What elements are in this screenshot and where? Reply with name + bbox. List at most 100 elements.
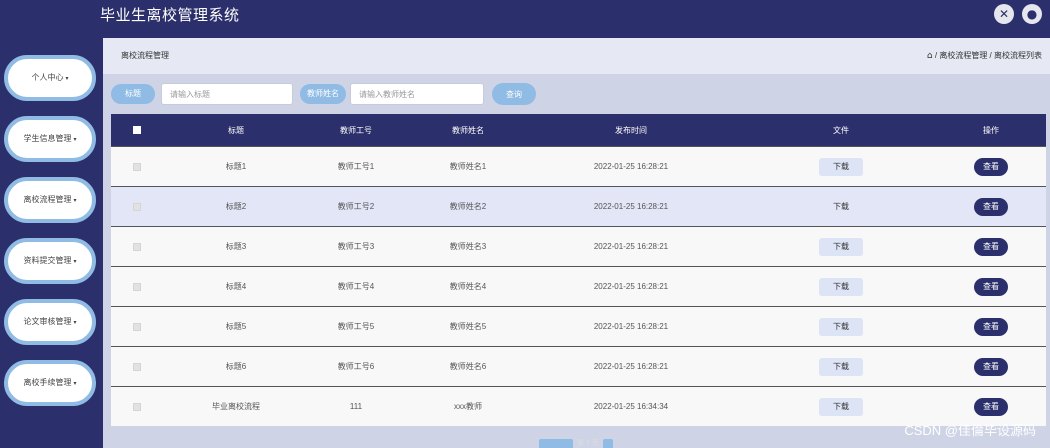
row-checkbox-cell: [127, 187, 147, 226]
cell-teacher-id: 教师工号1: [337, 162, 375, 171]
sidebar-item-materials[interactable]: 资料提交管理 ▾: [4, 238, 96, 284]
view-button[interactable]: 查看: [974, 157, 1008, 176]
col-header-teacher-name: 教师姓名: [452, 125, 484, 135]
select-all-checkbox[interactable]: [133, 126, 141, 134]
data-table: 标题 教师工号 教师姓名 发布时间 文件 操作 标题1 教师工号1 教师姓名1 …: [111, 114, 1046, 436]
teacher-name-input[interactable]: [350, 83, 484, 105]
breadcrumb-path: ⌂ / 离校流程管理 / 离校流程列表: [927, 50, 1042, 61]
download-button[interactable]: 下载: [819, 237, 863, 256]
sidebar-item-thesis-review[interactable]: 论文审核管理 ▾: [4, 299, 96, 345]
col-header-file: 文件: [833, 125, 849, 135]
table-row[interactable]: 标题2 教师工号2 教师姓名2 2022-01-25 16:28:21 下载 查…: [111, 186, 1046, 226]
sidebar-item-leave-process[interactable]: 离校流程管理 ▾: [4, 177, 96, 223]
row-checkbox[interactable]: [133, 162, 141, 171]
sidebar-item-label: 个人中心: [31, 73, 64, 82]
page-indicator: 第 1 页: [577, 440, 599, 447]
cell-teacher-id: 111: [349, 402, 363, 411]
table-row[interactable]: 标题1 教师工号1 教师姓名1 2022-01-25 16:28:21 下载 查…: [111, 146, 1046, 186]
row-checkbox[interactable]: [133, 402, 141, 411]
select-all-cell: [127, 114, 147, 146]
table-row[interactable]: 标题5 教师工号5 教师姓名5 2022-01-25 16:28:21 下载 查…: [111, 306, 1046, 346]
breadcrumb: 离校流程管理 ⌂ / 离校流程管理 / 离校流程列表: [103, 38, 1050, 74]
sidebar-item-label: 离校手续管理: [23, 378, 72, 387]
row-checkbox[interactable]: [133, 282, 141, 291]
row-checkbox[interactable]: [133, 202, 141, 211]
sidebar-item-leave-procedures[interactable]: 离校手续管理 ▾: [4, 360, 96, 406]
query-button[interactable]: 查询: [492, 83, 536, 105]
sidebar-item-label: 学生信息管理: [23, 134, 72, 143]
cell-file: 下载: [801, 307, 881, 346]
title-label: 标题: [111, 84, 155, 104]
main-content: 离校流程管理 ⌂ / 离校流程管理 / 离校流程列表 标题 教师姓名 查询 标题…: [103, 38, 1050, 448]
cell-teacher-name: xxx教师: [454, 402, 482, 411]
cell-file: 下载: [801, 227, 881, 266]
col-header-teacher-id: 教师工号: [340, 125, 372, 135]
sidebar-item-personal-center[interactable]: 个人中心 ▾: [4, 55, 96, 101]
page-size-select[interactable]: [539, 439, 573, 448]
cell-teacher-id: 教师工号4: [337, 282, 375, 291]
breadcrumb-trail[interactable]: / 离校流程管理 / 离校流程列表: [935, 51, 1042, 60]
title-input[interactable]: [161, 83, 293, 105]
sidebar-item-student-info[interactable]: 学生信息管理 ▾: [4, 116, 96, 162]
view-button[interactable]: 查看: [974, 277, 1008, 296]
cell-file: 下载: [801, 187, 881, 226]
sidebar-item-label: 离校流程管理: [23, 195, 72, 204]
cell-title: 标题4: [225, 282, 247, 291]
view-button[interactable]: 查看: [974, 397, 1008, 416]
view-button[interactable]: 查看: [974, 357, 1008, 376]
cell-title: 标题5: [225, 322, 247, 331]
chevron-down-icon: ▾: [73, 320, 77, 326]
view-button[interactable]: 查看: [974, 197, 1008, 216]
cell-teacher-id: 教师工号2: [337, 202, 375, 211]
view-button[interactable]: 查看: [974, 317, 1008, 336]
col-header-action: 操作: [983, 125, 999, 135]
row-checkbox[interactable]: [133, 362, 141, 371]
cell-title: 标题2: [225, 202, 247, 211]
cell-action: 查看: [951, 307, 1031, 346]
cell-file: 下载: [801, 267, 881, 306]
download-button[interactable]: 下载: [819, 397, 863, 416]
cell-title: 标题6: [225, 362, 247, 371]
table-row[interactable]: 标题6 教师工号6 教师姓名6 2022-01-25 16:28:21 下载 查…: [111, 346, 1046, 386]
cell-teacher-name: 教师姓名3: [449, 242, 487, 251]
cell-action: 查看: [951, 147, 1031, 186]
user-icon[interactable]: ●: [1022, 4, 1042, 24]
download-button[interactable]: 下载: [819, 277, 863, 296]
cell-file: 下载: [801, 147, 881, 186]
cell-time: 2022-01-25 16:28:21: [593, 162, 669, 171]
cell-teacher-id: 教师工号3: [337, 242, 375, 251]
row-checkbox-cell: [127, 147, 147, 186]
cell-teacher-name: 教师姓名6: [449, 362, 487, 371]
app-title: 毕业生离校管理系统: [100, 7, 240, 24]
watermark: CSDN @佳倫毕设源码: [904, 423, 1036, 438]
chevron-down-icon: ▾: [73, 381, 77, 387]
chevron-down-icon: ▾: [73, 198, 77, 204]
row-checkbox[interactable]: [133, 322, 141, 331]
chevron-down-icon: ▾: [73, 259, 77, 265]
home-icon[interactable]: ⌂: [927, 51, 933, 61]
col-header-title: 标题: [228, 125, 244, 135]
download-button[interactable]: 下载: [819, 317, 863, 336]
row-checkbox[interactable]: [133, 242, 141, 251]
page-number-button[interactable]: [602, 439, 613, 448]
cell-action: 查看: [951, 267, 1031, 306]
sidebar-item-label: 论文审核管理: [23, 317, 72, 326]
chevron-down-icon: ▾: [65, 76, 69, 82]
cell-time: 2022-01-25 16:28:21: [593, 202, 669, 211]
row-checkbox-cell: [127, 227, 147, 266]
cell-title: 标题1: [225, 162, 247, 171]
cell-time: 2022-01-25 16:28:21: [593, 242, 669, 251]
view-button[interactable]: 查看: [974, 237, 1008, 256]
download-button[interactable]: 下载: [819, 198, 863, 216]
cell-title: 毕业离校流程: [212, 402, 260, 411]
cell-action: 查看: [951, 227, 1031, 266]
sidebar: 个人中心 ▾ 学生信息管理 ▾ 离校流程管理 ▾ 资料提交管理 ▾ 论文审核管理 ▾ 离校…: [0, 38, 103, 448]
table-row[interactable]: 标题3 教师工号3 教师姓名3 2022-01-25 16:28:21 下载 查…: [111, 226, 1046, 266]
cell-teacher-name: 教师姓名5: [449, 322, 487, 331]
cell-teacher-name: 教师姓名2: [449, 202, 487, 211]
table-row[interactable]: 标题4 教师工号4 教师姓名4 2022-01-25 16:28:21 下载 查…: [111, 266, 1046, 306]
close-icon[interactable]: ✕: [994, 4, 1014, 24]
download-button[interactable]: 下载: [819, 357, 863, 376]
cell-teacher-name: 教师姓名4: [449, 282, 487, 291]
download-button[interactable]: 下载: [819, 157, 863, 176]
